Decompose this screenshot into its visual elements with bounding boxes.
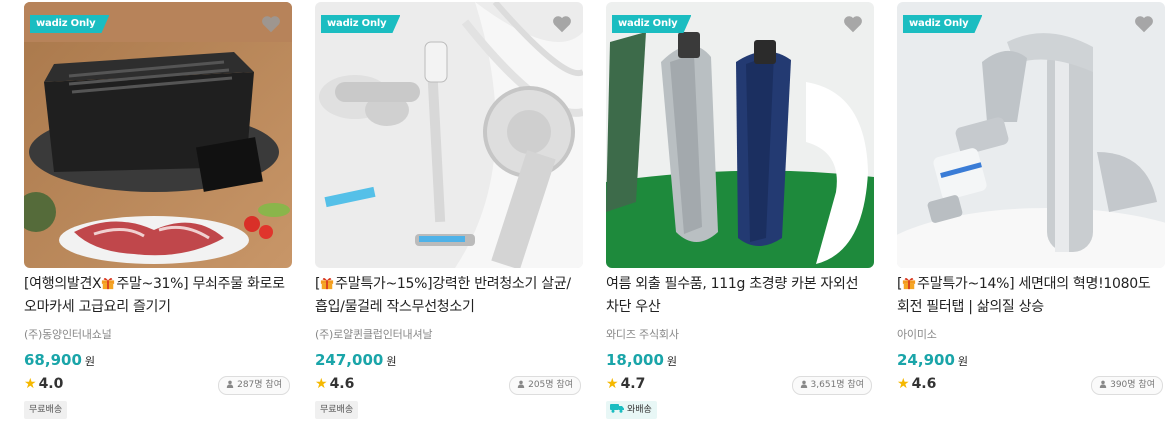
star-icon: ★ xyxy=(606,376,619,392)
wadiz-only-badge: wadiz Only xyxy=(903,15,982,33)
currency-unit: 원 xyxy=(957,355,969,368)
maker-name[interactable]: 와디즈 주식회사 xyxy=(606,326,679,342)
faucet-filter-image xyxy=(897,2,1165,268)
price-value: 18,000 xyxy=(606,351,664,369)
heart-icon[interactable] xyxy=(1133,13,1155,35)
product-title[interactable]: 여름 외출 필수품, 111g 초경량 카본 자외선차단 우산 xyxy=(606,273,870,319)
participant-count: 205명 참여 xyxy=(509,376,581,395)
person-icon xyxy=(226,380,234,388)
person-icon xyxy=(517,380,525,388)
free-shipping-tag: 무료배송 xyxy=(315,401,359,419)
rating: ★ 4.7 xyxy=(606,376,645,392)
participant-text: 3,651명 참여 xyxy=(810,380,864,390)
currency-unit: 원 xyxy=(84,355,96,368)
product-card[interactable]: wadiz Only [주말특가~15%]강력한 반려청소기 살균/흡입/물걸레… xyxy=(315,2,583,438)
rating-value: 4.6 xyxy=(329,376,355,392)
star-icon: ★ xyxy=(897,376,910,392)
participant-text: 205명 참여 xyxy=(528,380,573,390)
participant-count: 3,651명 참여 xyxy=(791,376,872,395)
rating-value: 4.7 xyxy=(620,376,646,392)
maker-name[interactable]: 아이미소 xyxy=(897,326,937,342)
rating-value: 4.6 xyxy=(911,376,937,392)
product-card[interactable]: wadiz Only 여름 외출 필수품, 111g 초경량 카본 자외선차단 … xyxy=(606,2,874,438)
cast-iron-grill-image xyxy=(24,2,292,268)
price-value: 24,900 xyxy=(897,351,955,369)
price-value: 247,000 xyxy=(315,351,384,369)
person-icon xyxy=(1099,380,1107,388)
maker-name[interactable]: (주)로얄퀸클럽인터내셔날 xyxy=(315,326,433,342)
star-icon: ★ xyxy=(315,376,328,392)
price: 247,000 원 xyxy=(315,351,396,369)
rating: ★ 4.0 xyxy=(24,376,63,392)
product-thumbnail[interactable]: wadiz Only xyxy=(24,2,292,268)
product-thumbnail[interactable]: wadiz Only xyxy=(606,2,874,268)
price: 18,000 원 xyxy=(606,351,677,369)
wa-shipping-tag: 와배송 xyxy=(606,401,657,419)
product-title[interactable]: [주말특가~14%] 세면대의 혁명!1080도 회전 필터탭 | 삶의질 상승 xyxy=(897,273,1161,319)
wadiz-only-badge: wadiz Only xyxy=(30,15,109,33)
rating-value: 4.0 xyxy=(38,376,64,392)
price-value: 68,900 xyxy=(24,351,82,369)
wadiz-only-badge: wadiz Only xyxy=(321,15,400,33)
cordless-vacuum-image xyxy=(315,2,583,268)
heart-icon[interactable] xyxy=(260,13,282,35)
heart-icon[interactable] xyxy=(842,13,864,35)
product-grid: wadiz Only [여행의발견X 주말~31%] 무쇠주물 화로로 오마카세 … xyxy=(0,0,1174,440)
title-prefix: [여행의발견X xyxy=(24,276,102,292)
product-thumbnail[interactable]: wadiz Only xyxy=(897,2,1165,268)
product-title[interactable]: [주말특가~15%]강력한 반려청소기 살균/흡입/물걸레 작스무선청소기 xyxy=(315,273,579,319)
heart-icon[interactable] xyxy=(551,13,573,35)
maker-name[interactable]: (주)동양인터내쇼널 xyxy=(24,326,112,342)
star-icon: ★ xyxy=(24,376,37,392)
product-card[interactable]: wadiz Only [여행의발견X 주말~31%] 무쇠주물 화로로 오마카세 … xyxy=(24,2,292,438)
participant-count: 390명 참여 xyxy=(1091,376,1163,395)
gift-icon xyxy=(102,277,115,290)
price: 68,900 원 xyxy=(24,351,95,369)
tag-text: 와배송 xyxy=(627,405,652,415)
participant-text: 287명 참여 xyxy=(237,380,282,390)
gift-icon xyxy=(321,277,334,290)
participant-count: 287명 참여 xyxy=(218,376,290,395)
product-title[interactable]: [여행의발견X 주말~31%] 무쇠주물 화로로 오마카세 고급요리 즐기기 xyxy=(24,273,288,319)
wadiz-only-badge: wadiz Only xyxy=(612,15,691,33)
rating: ★ 4.6 xyxy=(897,376,936,392)
truck-icon xyxy=(610,404,624,413)
free-shipping-tag: 무료배송 xyxy=(24,401,68,419)
currency-unit: 원 xyxy=(666,355,678,368)
title-text: 여름 외출 필수품, 111g 초경량 카본 자외선차단 우산 xyxy=(606,276,859,315)
gift-icon xyxy=(903,277,916,290)
title-text: 주말특가~14%] 세면대의 혁명!1080도 회전 필터탭 | 삶의질 상승 xyxy=(897,276,1151,315)
person-icon xyxy=(800,380,807,388)
title-text: 주말특가~15%]강력한 반려청소기 살균/흡입/물걸레 작스무선청소기 xyxy=(315,276,571,315)
product-card[interactable]: wadiz Only [주말특가~14%] 세면대의 혁명!1080도 회전 필… xyxy=(897,2,1165,438)
participant-text: 390명 참여 xyxy=(1110,380,1155,390)
price: 24,900 원 xyxy=(897,351,968,369)
rating: ★ 4.6 xyxy=(315,376,354,392)
umbrella-image xyxy=(606,2,874,268)
product-thumbnail[interactable]: wadiz Only xyxy=(315,2,583,268)
currency-unit: 원 xyxy=(386,355,397,368)
